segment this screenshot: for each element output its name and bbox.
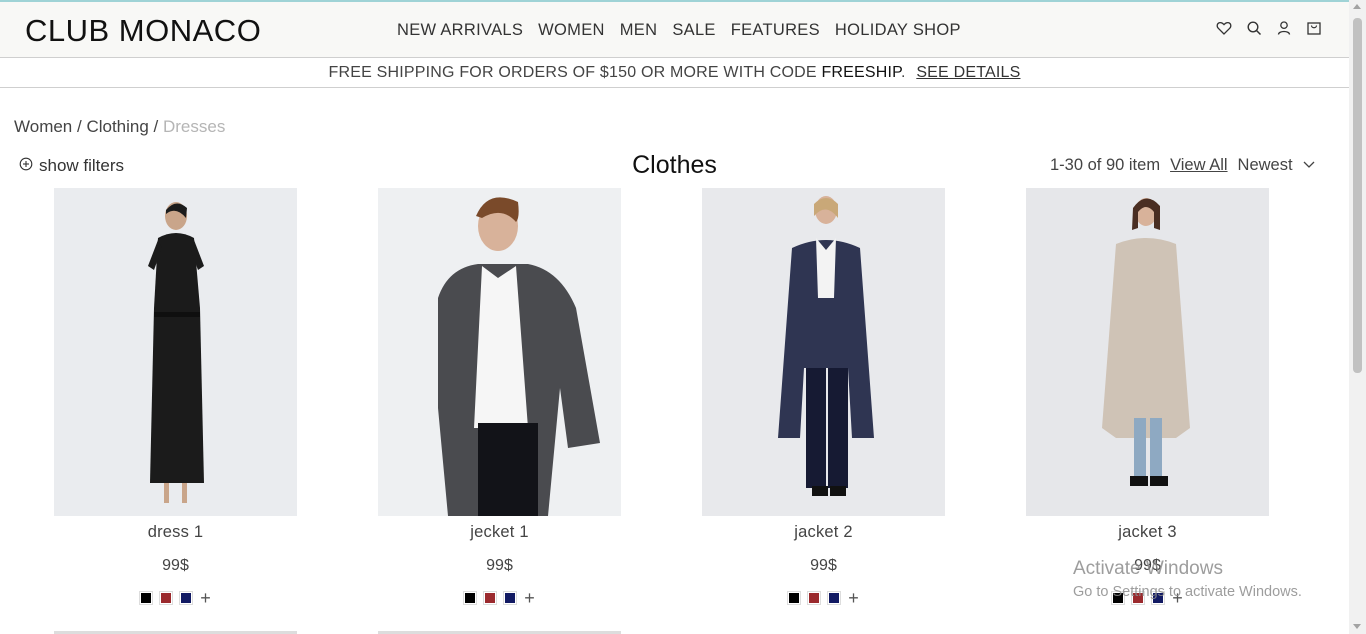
scroll-down-arrow-icon[interactable] (1353, 624, 1361, 629)
more-colors-button[interactable]: + (200, 589, 211, 607)
more-colors-button[interactable]: + (848, 589, 859, 607)
product-price: 99$ (810, 557, 837, 574)
product-price: 99$ (162, 557, 189, 574)
heart-icon[interactable] (1216, 20, 1232, 36)
product-card[interactable]: jacket 2 99$ + (702, 188, 945, 607)
product-image-jacket[interactable] (378, 188, 621, 516)
watermark-title: Activate Windows (1073, 558, 1223, 579)
main-nav: NEW ARRIVALS WOMEN MEN SALE FEATURES HOL… (397, 21, 961, 40)
results-count: 1-30 of 90 item (1050, 156, 1161, 174)
product-card[interactable]: jacket 3 99$ + (1026, 188, 1269, 607)
breadcrumb-separator: / (72, 117, 87, 136)
breadcrumb-clothing[interactable]: Clothing (86, 117, 148, 136)
product-card[interactable]: jecket 1 99$ + (378, 188, 621, 607)
search-icon[interactable] (1246, 20, 1262, 36)
color-swatches: + (702, 589, 945, 607)
product-name[interactable]: jacket 2 (702, 523, 945, 542)
product-image-dress[interactable] (54, 188, 297, 516)
windows-activation-watermark: Activate Windows Go to Settings to activ… (1073, 558, 1302, 600)
product-price: 99$ (486, 557, 513, 574)
product-name[interactable]: jecket 1 (378, 523, 621, 542)
product-name[interactable]: dress 1 (54, 523, 297, 542)
promo-text: FREE SHIPPING FOR ORDERS OF $150 OR MORE… (328, 64, 822, 81)
view-all-link[interactable]: View All (1170, 156, 1227, 175)
bag-icon[interactable] (1306, 20, 1322, 36)
promo-suffix: . (901, 64, 906, 81)
site-header: CLUB MONACO NEW ARRIVALS WOMEN MEN SALE … (0, 2, 1349, 58)
nav-new-arrivals[interactable]: NEW ARRIVALS (397, 21, 523, 40)
color-swatches: + (378, 589, 621, 607)
nav-women[interactable]: WOMEN (538, 21, 605, 40)
promo-code: FREESHIP (821, 64, 901, 81)
product-image-coat[interactable] (1026, 188, 1269, 516)
user-icon[interactable] (1276, 20, 1292, 36)
see-details-link[interactable]: SEE DETAILS (916, 64, 1020, 81)
scrollbar-thumb[interactable] (1353, 18, 1362, 373)
product-image-jacket[interactable] (702, 188, 945, 516)
brand-logo[interactable]: CLUB MONACO (25, 13, 261, 49)
nav-sale[interactable]: SALE (672, 21, 715, 40)
color-swatches: + (54, 589, 297, 607)
chevron-down-icon (1299, 156, 1315, 175)
swatch-red[interactable] (807, 591, 822, 605)
sort-dropdown[interactable]: Newest (1238, 156, 1315, 175)
swatch-black[interactable] (139, 591, 154, 605)
nav-features[interactable]: FEATURES (731, 21, 820, 40)
swatch-black[interactable] (463, 591, 478, 605)
product-card[interactable]: dress 1 99$ + (54, 188, 297, 607)
swatch-navy[interactable] (503, 591, 518, 605)
breadcrumb: Women / Clothing / Dresses (14, 117, 225, 137)
scroll-up-arrow-icon[interactable] (1353, 4, 1361, 9)
results-toolbar: 1-30 of 90 item View All Newest (1050, 156, 1315, 175)
sort-value: Newest (1237, 156, 1293, 174)
vertical-scrollbar[interactable] (1349, 0, 1366, 634)
promo-banner: FREE SHIPPING FOR ORDERS OF $150 OR MORE… (0, 59, 1349, 88)
breadcrumb-current: Dresses (162, 117, 226, 136)
swatch-red[interactable] (483, 591, 498, 605)
swatch-red[interactable] (159, 591, 174, 605)
swatch-navy[interactable] (179, 591, 194, 605)
more-colors-button[interactable]: + (524, 589, 535, 607)
header-icons (1216, 20, 1322, 36)
watermark-subtitle: Go to Settings to activate Windows. (1073, 584, 1302, 600)
swatch-navy[interactable] (827, 591, 842, 605)
breadcrumb-separator: / (148, 117, 163, 136)
breadcrumb-women[interactable]: Women (14, 117, 72, 136)
nav-men[interactable]: MEN (620, 21, 658, 40)
swatch-black[interactable] (787, 591, 802, 605)
product-name[interactable]: jacket 3 (1026, 523, 1269, 542)
nav-holiday-shop[interactable]: HOLIDAY SHOP (835, 21, 961, 40)
